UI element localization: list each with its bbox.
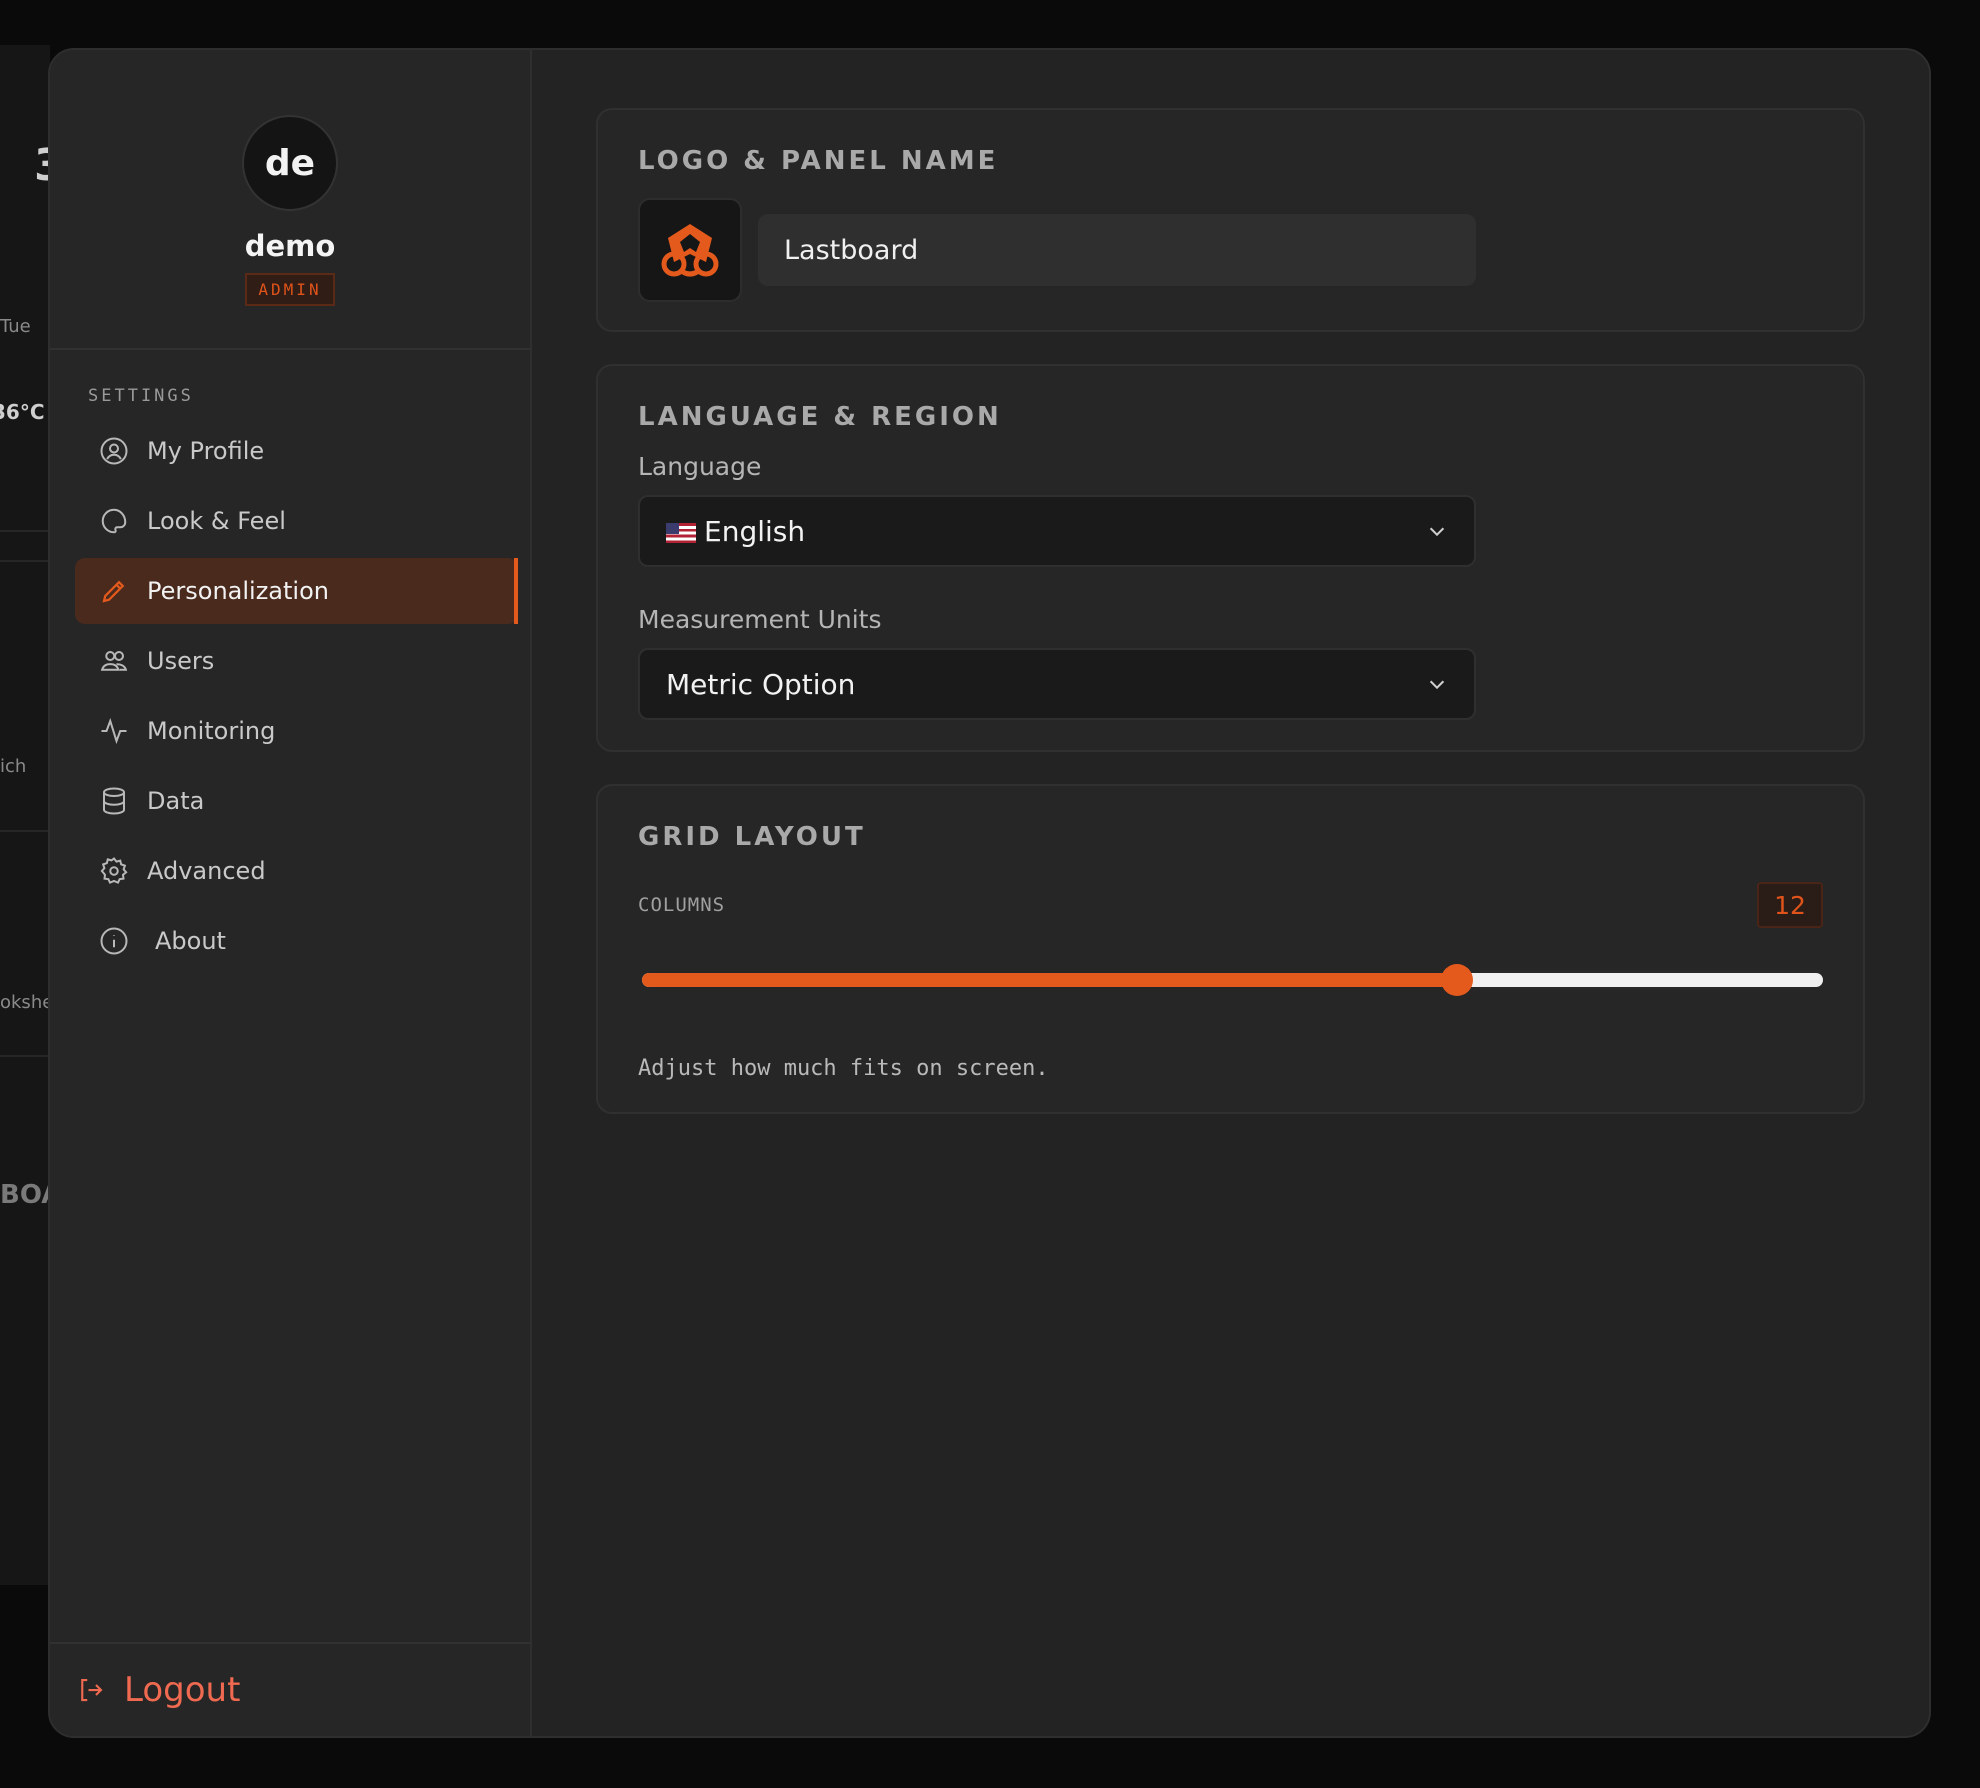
sidebar-item-label: Look & Feel [147, 507, 286, 535]
logo-picker[interactable] [638, 198, 742, 302]
grid-layout-card: GRID LAYOUT COLUMNS 12 Adjust how much f… [596, 784, 1865, 1114]
section-title: GRID LAYOUT [638, 822, 866, 852]
logout-icon [81, 1678, 103, 1702]
section-title: LANGUAGE & REGION [638, 402, 1002, 432]
settings-nav: My Profile Look & Feel Personalization U… [50, 418, 530, 974]
avatar[interactable]: de [242, 115, 338, 211]
slider-fill [642, 973, 1457, 987]
logo-panel-card: LOGO & PANEL NAME Lastboard [596, 108, 1865, 332]
sidebar-item-label: My Profile [147, 437, 265, 465]
language-value: English [704, 514, 806, 548]
sidebar-item-label: Users [147, 647, 215, 675]
sidebar-item-users[interactable]: Users [75, 628, 518, 694]
background-widget-column [0, 45, 50, 1585]
gear-icon [100, 857, 128, 884]
panel-name-input[interactable]: Lastboard [758, 214, 1476, 286]
language-region-card: LANGUAGE & REGION Language English Measu… [596, 364, 1865, 752]
background-weather-temp: 36°C [0, 400, 45, 424]
sidebar-item-data[interactable]: Data [75, 768, 518, 834]
info-icon [100, 927, 128, 955]
background-app-label: ich [0, 756, 27, 777]
pencil-icon [102, 580, 125, 603]
columns-label: COLUMNS [638, 894, 726, 916]
units-value: Metric Option [666, 667, 856, 701]
chevron-down-icon [1429, 527, 1445, 537]
sidebar-item-personalization[interactable]: Personalization [75, 558, 518, 624]
logout-button[interactable]: Logout [50, 1642, 530, 1736]
units-select[interactable]: Metric Option [638, 648, 1476, 720]
settings-section-label: SETTINGS [88, 386, 194, 406]
section-title: LOGO & PANEL NAME [638, 146, 999, 176]
settings-content: LOGO & PANEL NAME Lastboard LANGUAGE & R… [532, 50, 1929, 1736]
role-badge: ADMIN [245, 273, 335, 306]
slider-thumb[interactable] [1440, 964, 1473, 996]
settings-sidebar: de demo ADMIN SETTINGS My Profile Look &… [50, 50, 532, 1736]
sidebar-item-label: Monitoring [147, 717, 276, 745]
language-select[interactable]: English [638, 495, 1476, 567]
activity-icon [101, 717, 127, 745]
database-icon [103, 787, 125, 815]
username: demo [244, 229, 336, 263]
columns-value-badge: 12 [1757, 882, 1823, 928]
sidebar-item-label: Personalization [147, 577, 329, 605]
sidebar-item-label: Advanced [147, 857, 266, 885]
grid-hint-text: Adjust how much fits on screen. [638, 1056, 1049, 1081]
profile-summary: de demo ADMIN [50, 50, 530, 350]
language-label: Language [638, 452, 762, 481]
units-label: Measurement Units [638, 605, 882, 634]
background-app-label: okshe [0, 992, 54, 1013]
sidebar-item-my-profile[interactable]: My Profile [75, 418, 518, 484]
logout-label: Logout [124, 1670, 241, 1710]
columns-slider[interactable] [638, 964, 1823, 996]
sidebar-item-label: About [155, 927, 226, 955]
us-flag-icon [666, 522, 696, 543]
sidebar-item-look-feel[interactable]: Look & Feel [75, 488, 518, 554]
palette-icon [101, 508, 127, 534]
chevron-down-icon [1429, 680, 1445, 690]
sidebar-item-label: Data [147, 787, 205, 815]
background-weather-day: Tue [0, 316, 31, 337]
user-circle-icon [100, 437, 128, 465]
sidebar-item-monitoring[interactable]: Monitoring [75, 698, 518, 764]
settings-modal: de demo ADMIN SETTINGS My Profile Look &… [48, 48, 1931, 1738]
app-logo-icon [661, 224, 719, 277]
sidebar-item-about[interactable]: About [75, 908, 518, 974]
sidebar-item-advanced[interactable]: Advanced [75, 838, 518, 904]
users-icon [100, 651, 128, 671]
